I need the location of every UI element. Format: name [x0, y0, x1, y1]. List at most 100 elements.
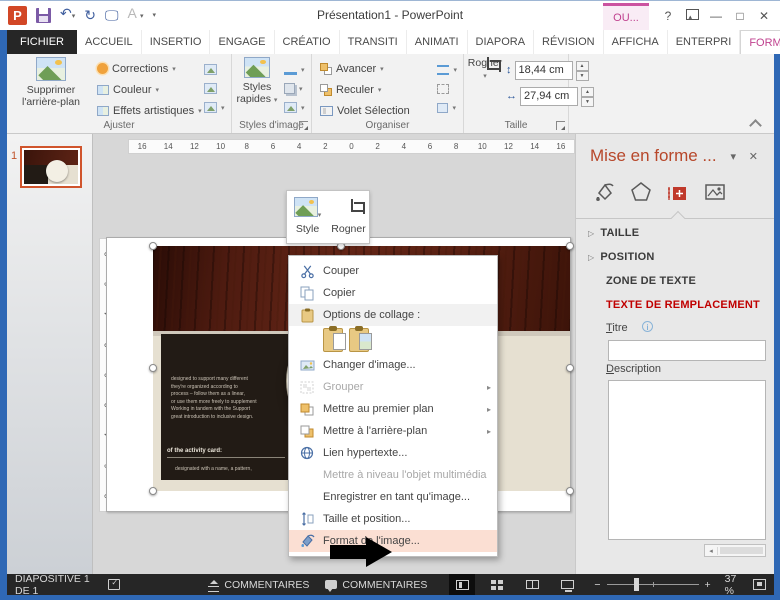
pane-menu-icon[interactable]: ▾: [730, 150, 736, 163]
height-input[interactable]: [515, 61, 573, 80]
scroll-left-icon[interactable]: ◂: [705, 547, 718, 555]
notes-button[interactable]: COMMENTAIRES: [200, 574, 317, 595]
pane-scrollbar[interactable]: ◂: [704, 544, 766, 557]
quick-styles-button[interactable]: Stylesrapides ▾: [234, 57, 280, 107]
horizontal-ruler[interactable]: 1614121086420246810121416: [128, 139, 575, 154]
remove-background-button[interactable]: Supprimer l'arrière-plan: [11, 57, 91, 108]
view-reading-button[interactable]: [519, 574, 545, 595]
description-textarea[interactable]: [608, 380, 766, 540]
tab-engage[interactable]: ENGAGE: [210, 30, 274, 54]
selection-handle-bottom-left[interactable]: [149, 487, 157, 495]
contextual-tab-group-header[interactable]: OU...: [603, 3, 649, 31]
tab-transitions[interactable]: TRANSITI: [340, 30, 407, 54]
paste-keep-formatting-icon[interactable]: [323, 328, 343, 352]
effects-tab-icon[interactable]: [629, 180, 653, 204]
selection-handle-bottom-right[interactable]: [566, 487, 574, 495]
save-icon[interactable]: [36, 8, 51, 23]
width-spinner[interactable]: ▲▼: [581, 87, 594, 106]
picture-tab-icon[interactable]: [703, 180, 727, 204]
zoom-slider-thumb[interactable]: [634, 578, 639, 591]
selection-pane-button[interactable]: Volet Sélection: [320, 100, 410, 121]
change-picture-button[interactable]: [204, 79, 225, 98]
selection-handle-top-right[interactable]: [566, 242, 574, 250]
height-spinner[interactable]: ▲▼: [576, 61, 589, 80]
spellcheck-button[interactable]: [100, 574, 128, 595]
zoom-slider[interactable]: [607, 584, 699, 585]
couleur-button[interactable]: Couleur▾: [97, 79, 202, 100]
rotate-button[interactable]: ▾: [437, 98, 457, 117]
reset-picture-button[interactable]: ▾: [204, 98, 225, 117]
width-input[interactable]: [520, 87, 578, 106]
customize-qat-icon[interactable]: ▾: [152, 11, 156, 19]
selection-handle-top-left[interactable]: [149, 242, 157, 250]
tab-fichier[interactable]: FICHIER: [7, 30, 77, 54]
paste-as-picture-icon[interactable]: [349, 328, 369, 352]
taille-dialog-launcher-icon[interactable]: [556, 121, 565, 130]
menu-item-taille-position[interactable]: Taille et position...: [289, 508, 497, 530]
menu-item-arriere-plan[interactable]: Mettre à l'arrière-plan▸: [289, 420, 497, 442]
pane-close-icon[interactable]: ✕: [749, 150, 758, 163]
picture-effects-icon: [284, 83, 295, 94]
menu-item-lien-hypertexte[interactable]: Lien hypertexte...: [289, 442, 497, 464]
zoom-out-icon[interactable]: −: [594, 579, 600, 591]
slideshow-icon: [561, 580, 574, 589]
tab-revision[interactable]: RÉVISION: [534, 30, 604, 54]
view-slide-sorter-button[interactable]: [484, 574, 510, 595]
mini-style-button[interactable]: ▾ Style: [287, 191, 328, 243]
view-normal-button[interactable]: [449, 574, 475, 595]
compress-picture-button[interactable]: [204, 60, 225, 79]
corrections-button[interactable]: Corrections▾: [97, 58, 202, 79]
section-texte-remplacement[interactable]: TEXTE DE REMPLACEMENT: [606, 299, 760, 311]
fit-to-window-button[interactable]: [751, 574, 774, 595]
undo-icon[interactable]: ↶▾: [60, 5, 75, 25]
redo-icon[interactable]: ↻: [84, 7, 96, 23]
tab-accueil[interactable]: ACCUEIL: [77, 30, 142, 54]
tab-animations[interactable]: ANIMATI: [407, 30, 468, 54]
scrollbar-thumb[interactable]: [720, 547, 763, 554]
zoom-percentage[interactable]: 37 %: [717, 574, 751, 595]
group-objects-button[interactable]: [437, 79, 457, 98]
styles-dialog-launcher-icon[interactable]: [299, 121, 308, 130]
menu-item-premier-plan[interactable]: Mettre au premier plan▸: [289, 398, 497, 420]
slide-thumbnail[interactable]: [20, 146, 82, 188]
picture-effects-button[interactable]: ▾: [284, 79, 305, 98]
section-zone-de-texte[interactable]: ZONE DE TEXTE: [606, 275, 696, 287]
picture-border-button[interactable]: ▾: [284, 60, 305, 79]
tab-enterprise[interactable]: ENTERPRI: [668, 30, 741, 54]
fill-tab-icon[interactable]: [592, 180, 616, 204]
help-button[interactable]: ?: [656, 5, 680, 27]
menu-item-couper[interactable]: Couper: [289, 260, 497, 282]
maximize-button[interactable]: □: [728, 5, 752, 27]
info-icon[interactable]: i: [642, 321, 653, 332]
tab-format-active[interactable]: FORMAT: [740, 30, 780, 54]
bring-forward-button[interactable]: Avancer ▾: [320, 58, 410, 79]
section-position[interactable]: ▷POSITION: [588, 251, 655, 263]
menu-item-changer-image[interactable]: Changer d'image...: [289, 354, 497, 376]
align-button[interactable]: ▾: [437, 60, 457, 79]
send-backward-button[interactable]: Reculer ▾: [320, 79, 410, 100]
titre-input[interactable]: [608, 340, 766, 361]
section-taille[interactable]: ▷TAILLE: [588, 227, 639, 239]
minimize-button[interactable]: —: [704, 5, 728, 27]
tab-insertion[interactable]: INSERTIO: [142, 30, 211, 54]
ribbon-display-options-button[interactable]: [680, 5, 704, 27]
selection-handle-mid-right[interactable]: [566, 364, 574, 372]
comments-button[interactable]: COMMENTAIRES: [317, 574, 435, 595]
tab-creation[interactable]: CRÉATIO: [275, 30, 340, 54]
menu-item-format-image[interactable]: Format de l'image...: [289, 530, 497, 552]
close-button[interactable]: ✕: [752, 5, 776, 27]
start-presentation-icon[interactable]: 🖵: [105, 7, 119, 23]
view-slideshow-button[interactable]: [554, 574, 580, 595]
selection-handle-mid-left[interactable]: [149, 364, 157, 372]
crop-button[interactable]: Rogner▾: [466, 57, 504, 83]
mini-crop-button[interactable]: Rogner: [328, 191, 369, 243]
menu-item-copier[interactable]: Copier: [289, 282, 497, 304]
effets-artistiques-button[interactable]: Effets artistiques▾: [97, 100, 202, 121]
menu-item-enregistrer-image[interactable]: Enregistrer en tant qu'image...: [289, 486, 497, 508]
picture-layout-button[interactable]: ▾: [284, 98, 305, 117]
tab-affichage[interactable]: AFFICHA: [604, 30, 668, 54]
collapse-ribbon-icon[interactable]: [751, 118, 760, 127]
tab-diaporama[interactable]: DIAPORA: [468, 30, 535, 54]
zoom-in-icon[interactable]: +: [705, 579, 711, 591]
size-properties-tab-icon[interactable]: [666, 180, 690, 204]
